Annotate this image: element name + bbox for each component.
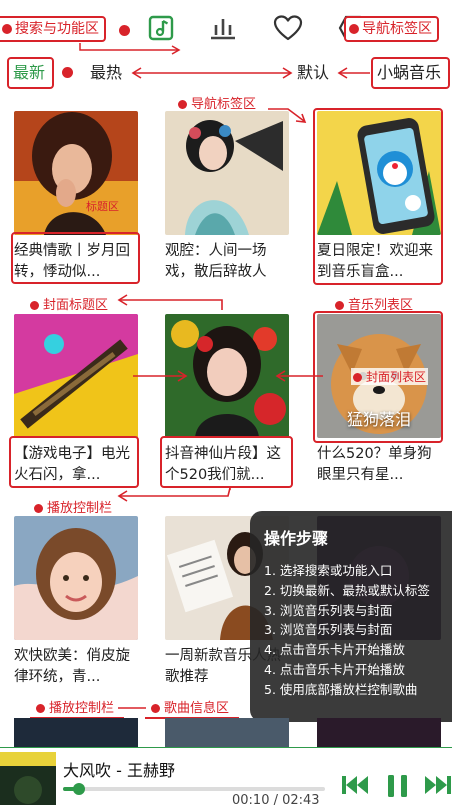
song-title: 大风吹 - 王赫野 [63, 761, 175, 780]
annotation-playback-bar-2: 播放控制栏 [30, 697, 125, 719]
annotation-arrow [118, 707, 146, 709]
annotation-title-frame [160, 436, 293, 488]
playlist-card[interactable]: 观腔：人间一场戏，散后辞故人 [165, 111, 289, 283]
time-display: 00:10 / 02:43 [232, 793, 320, 805]
annotation-arrows [131, 67, 370, 79]
playlist-title[interactable]: 观腔：人间一场戏，散后辞故人 [165, 241, 289, 283]
annotation-title-frame [9, 436, 139, 488]
annotation-cover-zone: 标题区 [86, 200, 119, 213]
annotation-song-info-area: 歌曲信息区 [145, 697, 240, 719]
step-item: 3. 浏览音乐列表与封面 [264, 602, 393, 618]
player-cover[interactable] [0, 752, 56, 805]
annotation-cover-list-area: 封面列表区 [351, 368, 429, 385]
progress-track[interactable] [63, 787, 325, 791]
next-icon[interactable] [423, 774, 452, 796]
previous-icon[interactable] [340, 774, 370, 796]
annotation-title-frame [11, 232, 140, 284]
annotation-arrow [133, 370, 323, 382]
playlist-card[interactable]: 欢快欧美：俏皮旋律环统，青... [14, 516, 138, 688]
pause-icon[interactable] [385, 774, 411, 798]
steps-list: 1. 选择搜索或功能入口 2. 切换最新、最热或默认标签 3. 浏览音乐列表与封… [264, 561, 452, 700]
step-item: 2. 切换最新、最热或默认标签 [264, 582, 430, 598]
annotation-cover-title-area: 封面标题区 [24, 294, 119, 316]
playlist-title[interactable]: 什么520？单身狗眼里只有星... [317, 444, 441, 486]
step-item: 3. 浏览音乐列表与封面 [264, 622, 393, 638]
playlist-cover[interactable] [317, 718, 441, 747]
playlist-cover[interactable] [14, 314, 138, 438]
steps-panel: 操作步骤 1. 选择搜索或功能入口 2. 切换最新、最热或默认标签 3. 浏览音… [250, 511, 452, 722]
step-item: 1. 选择搜索或功能入口 [264, 563, 393, 578]
playlist-cover[interactable] [14, 111, 138, 235]
progress-handle[interactable] [73, 783, 85, 795]
step-item: 4. 点击音乐卡片开始播放 [264, 661, 405, 677]
annotation-card-frame [313, 108, 443, 285]
top-bar: 搜索与功能区 导航标签区 [0, 0, 452, 55]
step-item: 4. 点击音乐卡片开始播放 [264, 642, 405, 658]
playlist-cover[interactable] [165, 718, 289, 747]
annotation-arrow [117, 487, 231, 502]
annotation-arrow [79, 43, 181, 55]
playlist-cover[interactable] [165, 111, 289, 235]
steps-title: 操作步骤 [264, 529, 329, 548]
playlist-title[interactable]: 欢快欧美：俏皮旋律环统，青... [14, 646, 138, 688]
playlist-cover[interactable] [14, 718, 138, 747]
step-item: 5. 使用底部播放栏控制歌曲 [264, 681, 418, 697]
playlist-cover[interactable] [14, 516, 138, 640]
